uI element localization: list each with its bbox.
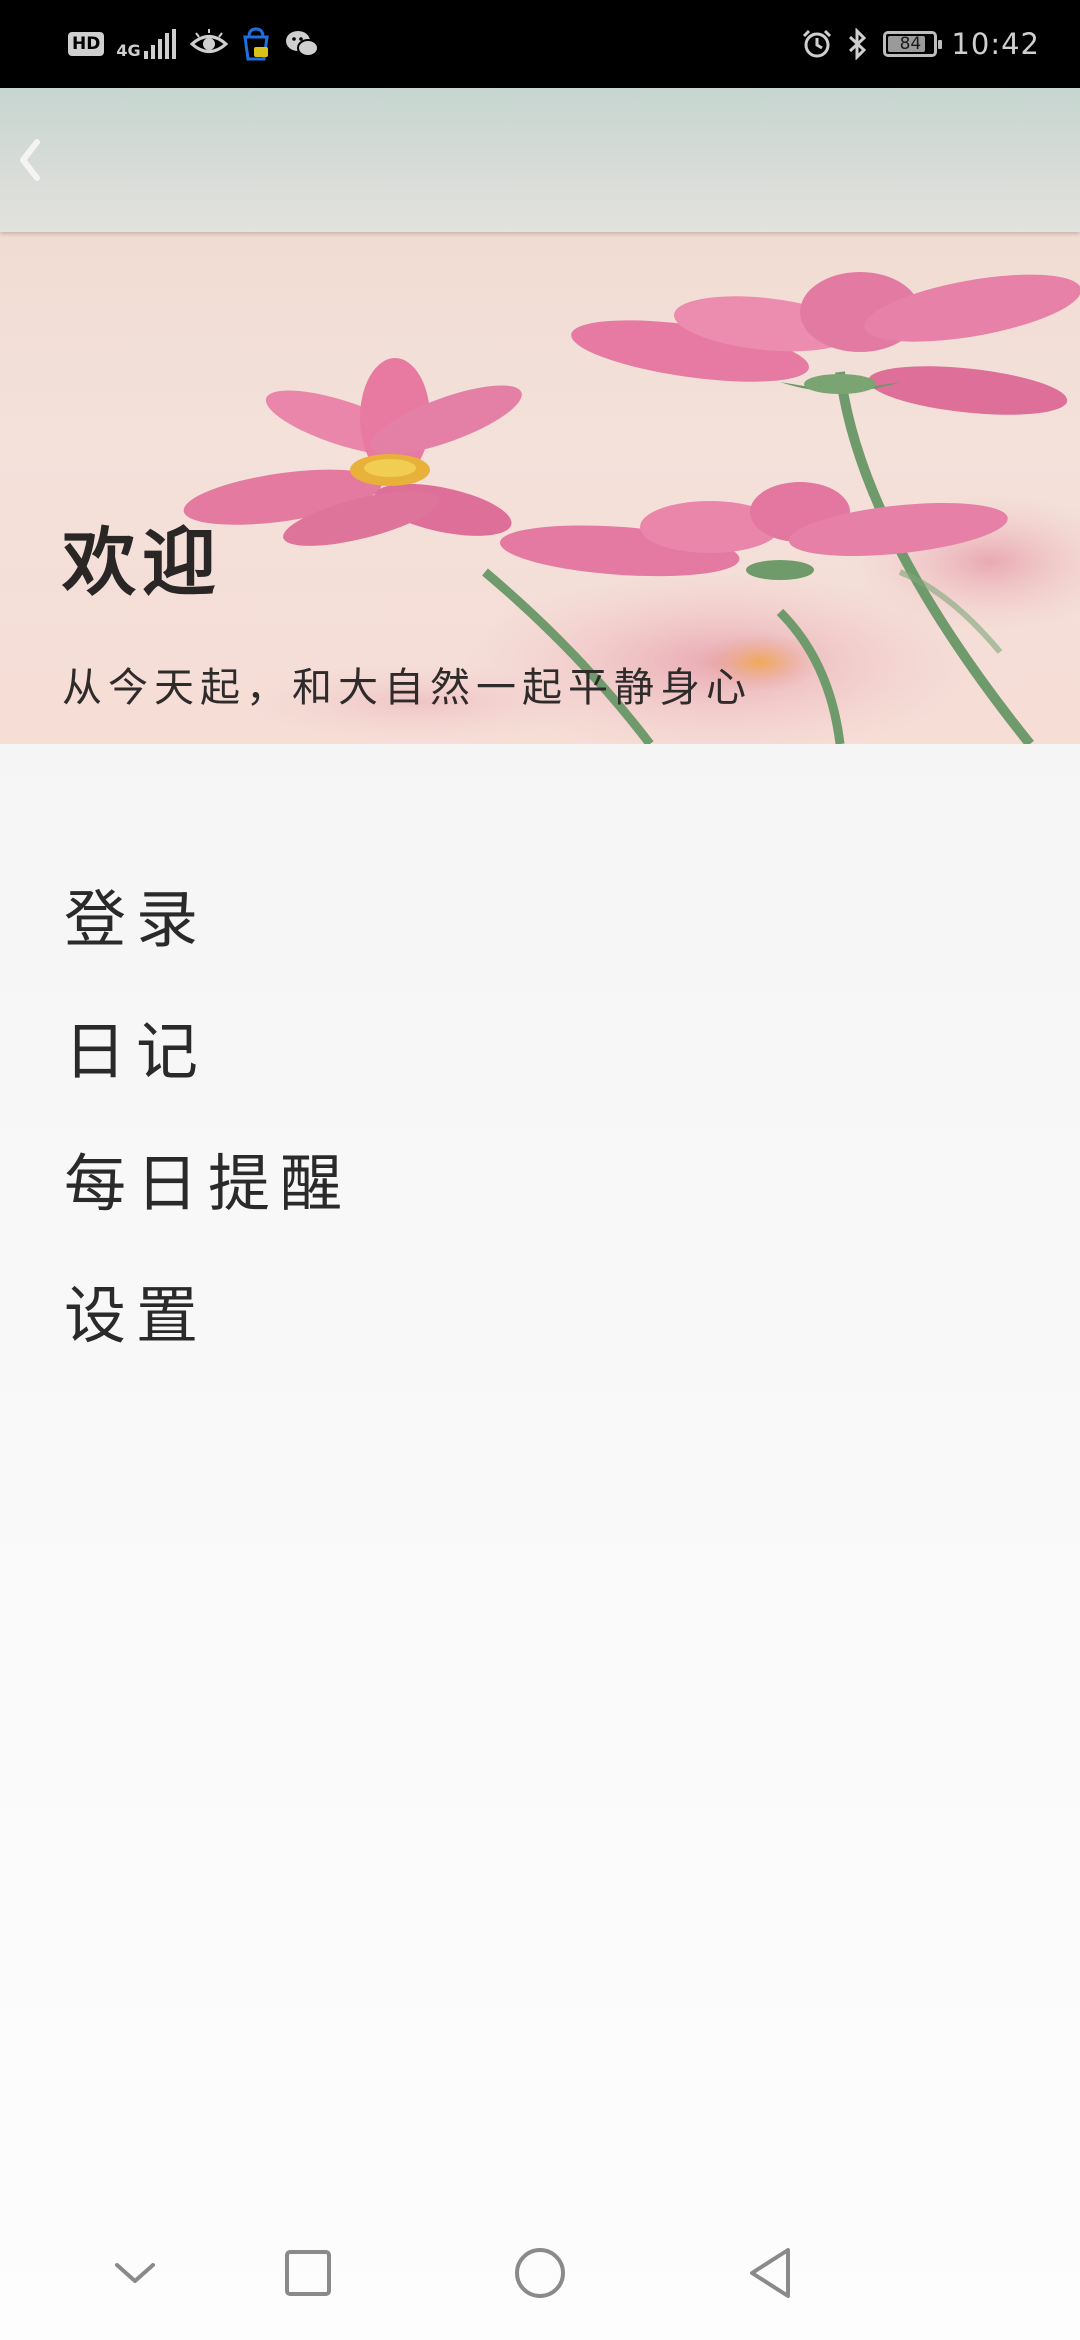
status-bar: HD 4G 84 10:42 [0,0,1080,88]
home-button[interactable] [495,2228,585,2318]
wechat-icon [285,31,319,57]
battery-level-text: 84 [899,34,922,54]
status-bar-left: HD 4G [68,26,320,62]
menu-item-diary[interactable]: 日记 [64,1002,964,1134]
recents-square-icon [285,2250,331,2296]
back-triangle-icon [750,2248,790,2298]
chevron-down-icon [115,2263,155,2283]
app-screen: HD 4G 84 10:42 欢迎 从今天起，和大自然一起平静身心 登录 日记 … [0,0,1080,2340]
back-button[interactable] [6,128,54,192]
welcome-title: 欢迎 [62,520,222,606]
status-clock: 10:42 [951,27,1040,61]
back-nav-button[interactable] [725,2228,815,2318]
network-type-label: 4G [116,41,141,60]
menu-item-login[interactable]: 登录 [64,870,964,1002]
eye-icon [189,29,228,53]
recents-button[interactable] [263,2228,353,2318]
hd-icon: HD [68,32,105,56]
welcome-banner: 欢迎 从今天起，和大自然一起平静身心 [0,232,1080,744]
hide-nav-button[interactable] [90,2228,180,2318]
signal-bars-icon [143,29,176,59]
welcome-subtitle: 从今天起，和大自然一起平静身心 [62,665,752,711]
app-header [0,88,1080,232]
system-nav-bar [0,2208,1080,2340]
bluetooth-icon [849,28,867,60]
menu-item-settings[interactable]: 设置 [64,1266,964,1398]
notification-bag-icon [242,27,269,61]
battery-icon: 84 [883,31,943,57]
home-circle-icon [515,2248,565,2298]
main-menu: 登录 日记 每日提醒 设置 [64,870,964,1398]
alarm-icon [803,29,832,58]
menu-item-daily-reminder[interactable]: 每日提醒 [64,1134,964,1266]
chevron-left-icon [20,139,40,181]
signal-4g-icon: 4G [116,29,177,59]
status-bar-right: 84 10:42 [801,26,1040,62]
